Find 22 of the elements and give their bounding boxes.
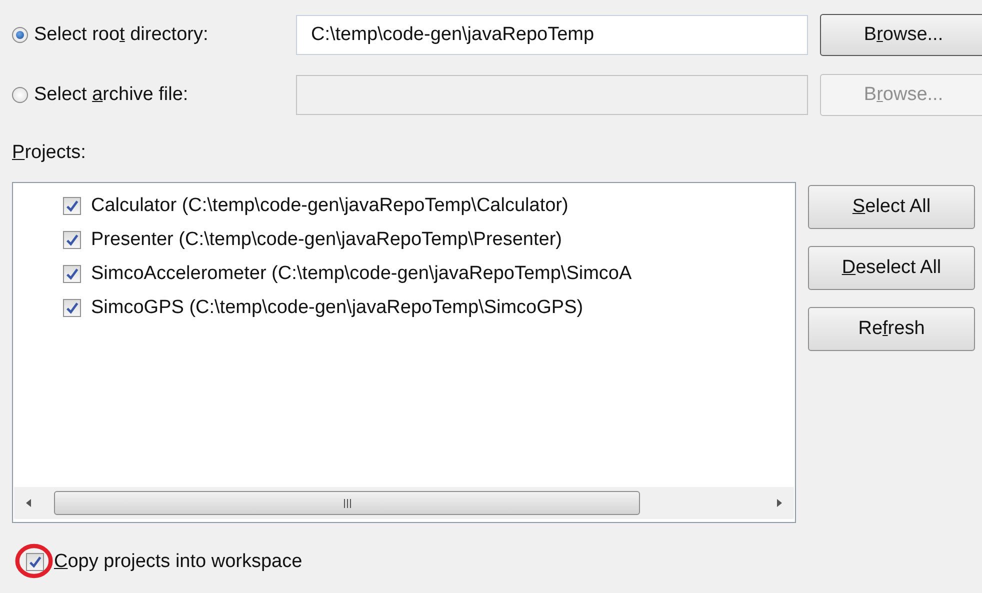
scroll-left-icon[interactable] [24, 498, 34, 508]
project-item[interactable]: SimcoAccelerometer (C:\temp\code-gen\javaRepoTemp\SimcoA [91, 263, 632, 285]
checkbox-label: Copy projects into workspace [54, 551, 302, 573]
checkbox[interactable] [63, 197, 81, 215]
project-item[interactable]: SimcoGPS (C:\temp\code-gen\javaRepoTemp\SimcoGPS) [91, 297, 584, 319]
horizontal-scrollbar[interactable] [14, 487, 794, 519]
scroll-right-icon[interactable] [774, 498, 784, 508]
checkbox[interactable] [63, 231, 81, 249]
list-action-button[interactable]: Deselect All [808, 246, 975, 290]
list-action-button[interactable]: Refresh [808, 307, 975, 351]
checkbox[interactable] [63, 299, 81, 317]
projects-label: Projects: [12, 142, 87, 165]
browse-button[interactable]: Browse... [820, 14, 982, 56]
path-field[interactable]: C:\temp\code-gen\javaRepoTemp [296, 15, 808, 55]
checkbox[interactable] [26, 553, 44, 571]
option-label: Select root directory: [34, 24, 208, 46]
list-action-button[interactable]: Select All [808, 185, 975, 229]
project-item[interactable]: Calculator (C:\temp\code-gen\javaRepoTemp\Calculator) [91, 195, 568, 217]
project-item[interactable]: Presenter (C:\temp\code-gen\javaRepoTemp\Presenter) [91, 229, 562, 251]
radio-button[interactable] [12, 27, 28, 43]
option-label: Select archive file: [34, 84, 188, 106]
checkbox[interactable] [63, 265, 81, 283]
